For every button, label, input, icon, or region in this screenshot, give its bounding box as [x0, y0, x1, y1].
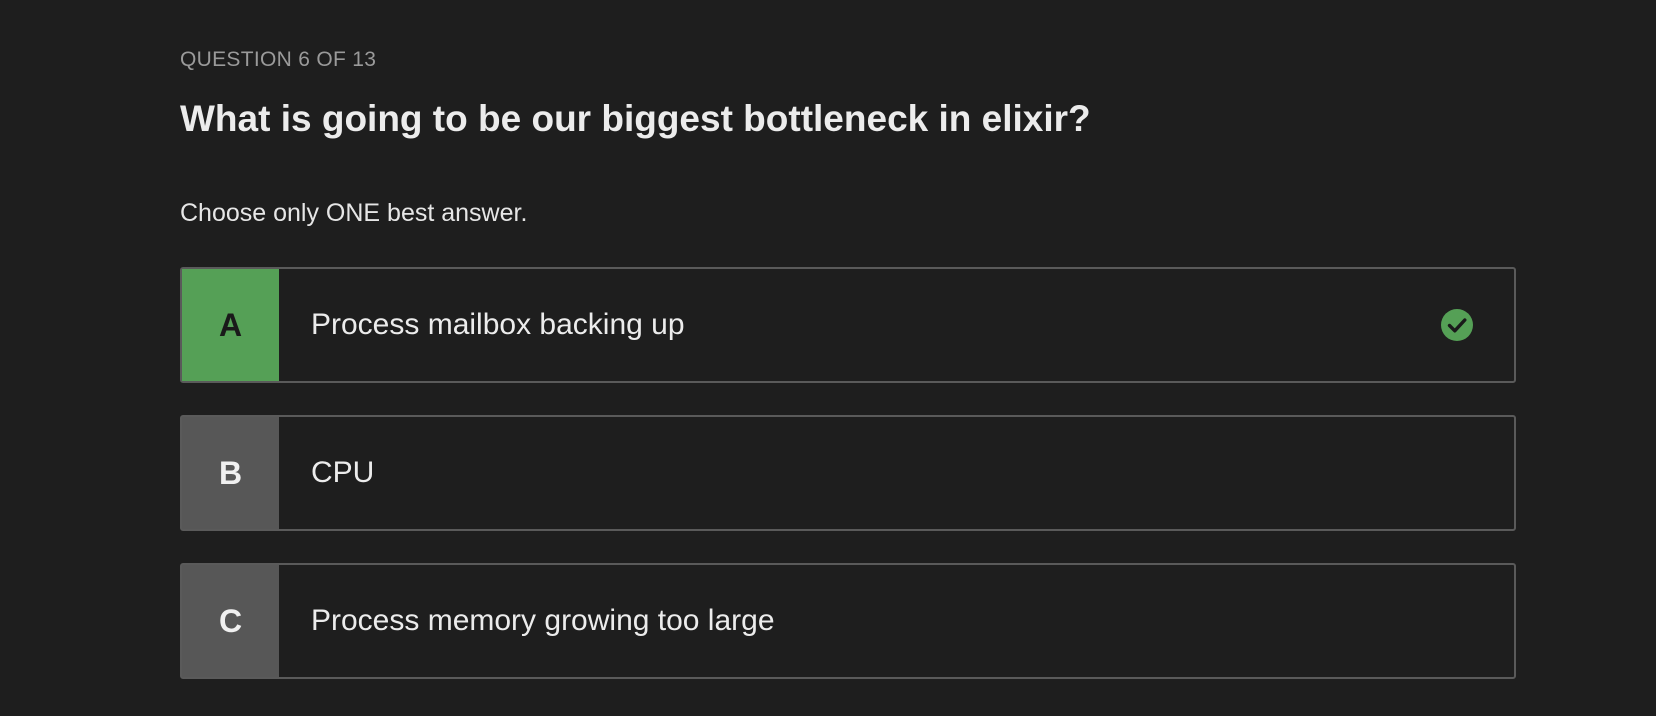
answer-option-a[interactable]: A Process mailbox backing up — [180, 267, 1516, 383]
option-text: CPU — [311, 456, 375, 489]
answer-option-b[interactable]: B CPU — [180, 415, 1516, 531]
check-circle-icon — [1441, 309, 1473, 341]
option-letter: A — [182, 269, 279, 381]
option-letter: B — [182, 417, 279, 529]
answer-instruction: Choose only ONE best answer. — [180, 199, 528, 227]
option-letter: C — [182, 565, 279, 677]
option-text: Process memory growing too large — [311, 604, 775, 637]
question-counter: QUESTION 6 OF 13 — [180, 48, 377, 71]
option-text: Process mailbox backing up — [311, 308, 685, 341]
question-title: What is going to be our biggest bottlene… — [180, 98, 1091, 139]
answer-option-c[interactable]: C Process memory growing too large — [180, 563, 1516, 679]
